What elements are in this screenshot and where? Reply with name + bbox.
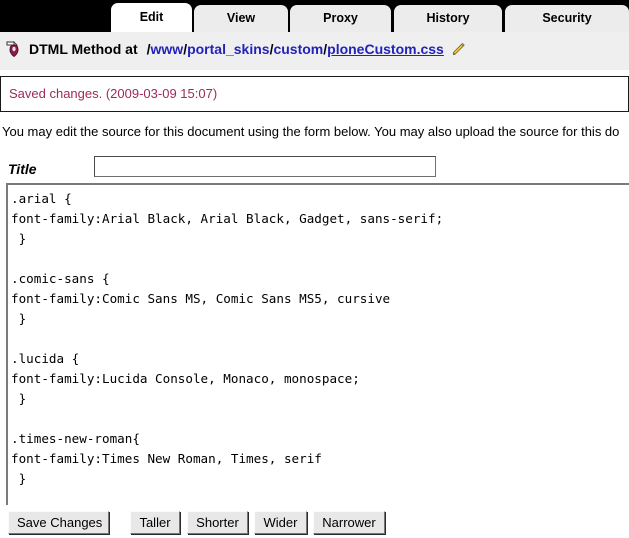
breadcrumb-link-portal-skins[interactable]: portal_skins	[187, 41, 269, 57]
pencil-icon[interactable]	[451, 42, 466, 57]
shorter-button[interactable]: Shorter	[187, 511, 248, 534]
tab-label: History	[426, 11, 470, 25]
wider-button[interactable]: Wider	[254, 511, 307, 534]
instructions-text: You may edit the source for this documen…	[2, 124, 620, 139]
source-textarea-wrapper: .arial { font-family:Arial Black, Arial …	[6, 183, 629, 505]
tab-security[interactable]: Security	[505, 5, 629, 32]
tab-label: Security	[542, 11, 592, 25]
title-label: Title	[8, 161, 37, 177]
tab-label: View	[226, 11, 256, 25]
status-message-box: Saved changes. (2009-03-09 15:07)	[0, 76, 629, 112]
header-row: DTML Method at /www/portal_skins/custom/…	[5, 40, 466, 58]
tab-history[interactable]: History	[394, 5, 502, 32]
object-header: DTML Method at /www/portal_skins/custom/…	[0, 32, 629, 70]
button-label: Taller	[139, 515, 171, 530]
breadcrumb-link-plonecustom-css[interactable]: ploneCustom.css	[327, 41, 444, 57]
page-title: DTML Method at	[29, 41, 138, 57]
breadcrumb-link-custom[interactable]: custom	[273, 41, 323, 57]
title-row: Title	[0, 156, 629, 184]
tab-bar: Edit Security History Proxy View	[0, 0, 629, 32]
narrower-button[interactable]: Narrower	[313, 511, 385, 534]
button-bar: Save Changes Taller Shorter Wider Narrower	[0, 511, 629, 538]
breadcrumb: /www/portal_skins/custom/ploneCustom.css	[147, 41, 444, 57]
tab-proxy[interactable]: Proxy	[290, 5, 391, 32]
taller-button[interactable]: Taller	[130, 511, 180, 534]
tab-label: Edit	[139, 10, 164, 24]
button-label: Wider	[263, 515, 298, 530]
tab-view[interactable]: View	[194, 5, 288, 32]
save-changes-button[interactable]: Save Changes	[8, 511, 109, 534]
dtml-method-icon	[5, 40, 23, 58]
title-input[interactable]	[94, 156, 436, 177]
button-label: Shorter	[196, 515, 239, 530]
tab-label: Proxy	[323, 11, 358, 25]
tab-edit[interactable]: Edit	[111, 3, 192, 32]
source-textarea[interactable]: .arial { font-family:Arial Black, Arial …	[8, 185, 629, 503]
button-label: Narrower	[322, 515, 376, 530]
button-label: Save Changes	[17, 515, 103, 530]
breadcrumb-link-www[interactable]: www	[151, 41, 184, 57]
status-message-text: Saved changes. (2009-03-09 15:07)	[9, 86, 218, 101]
